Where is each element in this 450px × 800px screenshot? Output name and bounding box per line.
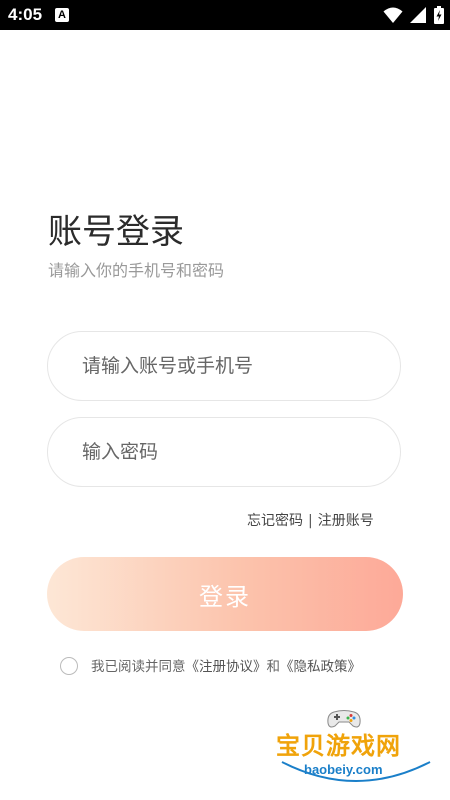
signal-icon <box>410 7 426 23</box>
password-field-container <box>47 417 401 487</box>
game-controller-icon <box>327 710 361 728</box>
login-button[interactable]: 登录 <box>47 557 403 631</box>
account-field-container <box>47 331 401 401</box>
register-link[interactable]: 注册账号 <box>318 513 374 529</box>
password-input[interactable] <box>82 418 372 486</box>
wifi-icon <box>383 7 403 23</box>
agreement-text: 我已阅读并同意《注册协议》和《隐私政策》 <box>91 656 361 678</box>
status-time: 4:05 <box>8 5 43 24</box>
page-subtitle: 请输入你的手机号和密码 <box>48 261 225 280</box>
account-links: 忘记密码 | 注册账号 <box>247 511 374 531</box>
battery-charging-icon <box>434 6 444 24</box>
privacy-policy-link[interactable]: 《隐私政策》 <box>280 659 361 675</box>
agreement-conjunction: 和 <box>266 659 281 675</box>
link-separator: | <box>308 513 313 529</box>
watermark: 宝贝游戏网 baobeiy.com <box>276 700 436 796</box>
status-bar: 4:05 A <box>0 0 450 30</box>
account-input[interactable] <box>82 332 372 400</box>
watermark-url: baobeiy.com <box>304 762 383 777</box>
user-agreement-link[interactable]: 《注册协议》 <box>186 659 267 675</box>
page-title: 账号登录 <box>48 212 184 252</box>
agreement-checkbox[interactable] <box>60 657 78 675</box>
forgot-password-link[interactable]: 忘记密码 <box>247 513 303 529</box>
agreement-prefix: 我已阅读并同意 <box>91 659 186 675</box>
app-notification-icon: A <box>55 8 69 22</box>
